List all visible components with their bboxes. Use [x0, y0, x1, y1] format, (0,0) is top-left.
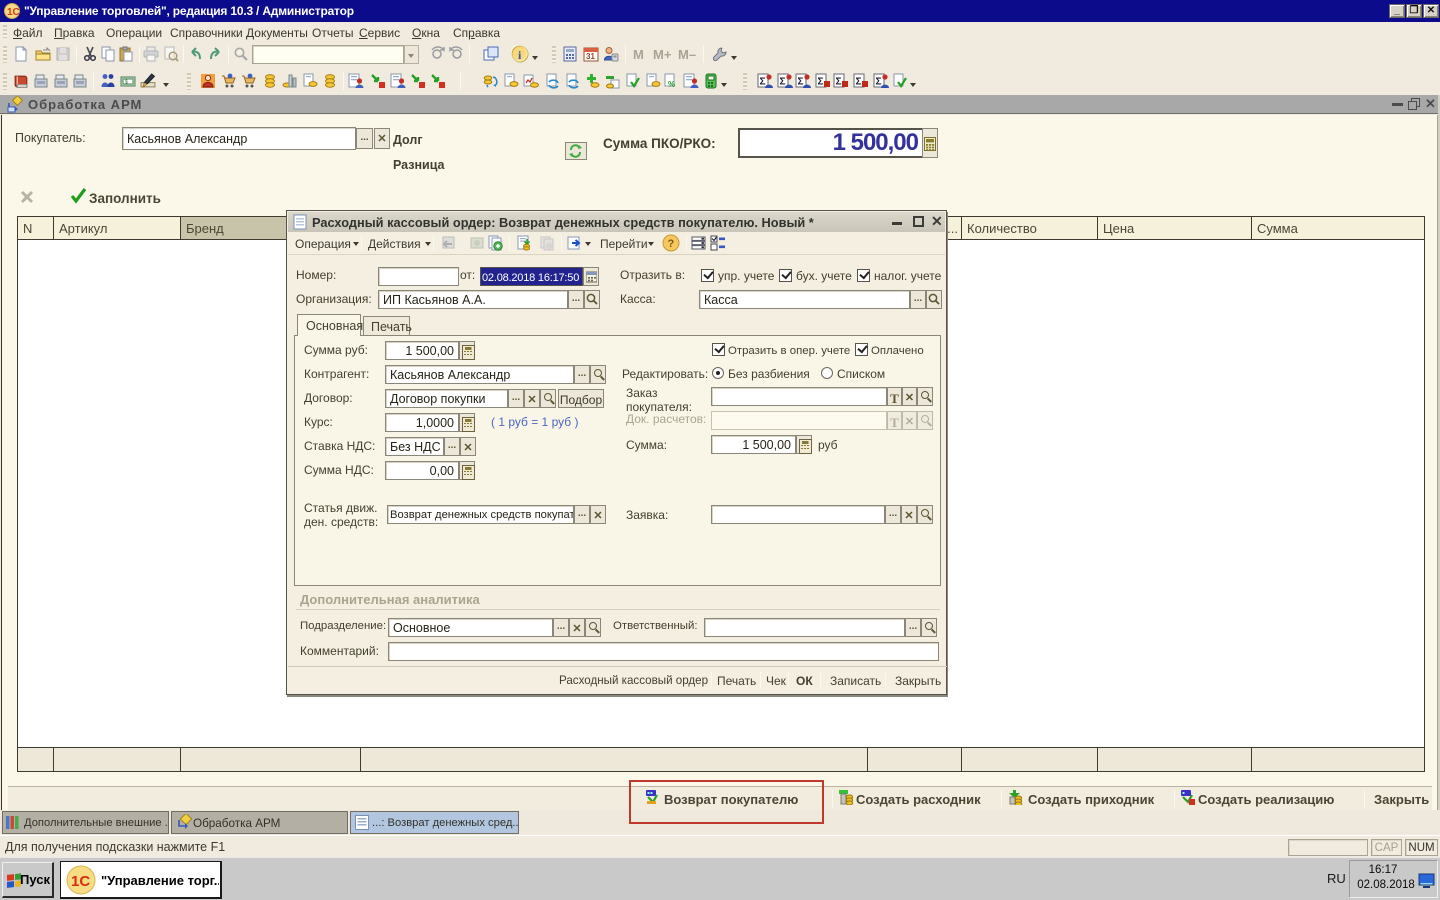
svg-text:1С: 1С: [7, 7, 20, 18]
svg-text:1С: 1С: [71, 873, 90, 890]
svg-text:?: ?: [668, 238, 675, 250]
